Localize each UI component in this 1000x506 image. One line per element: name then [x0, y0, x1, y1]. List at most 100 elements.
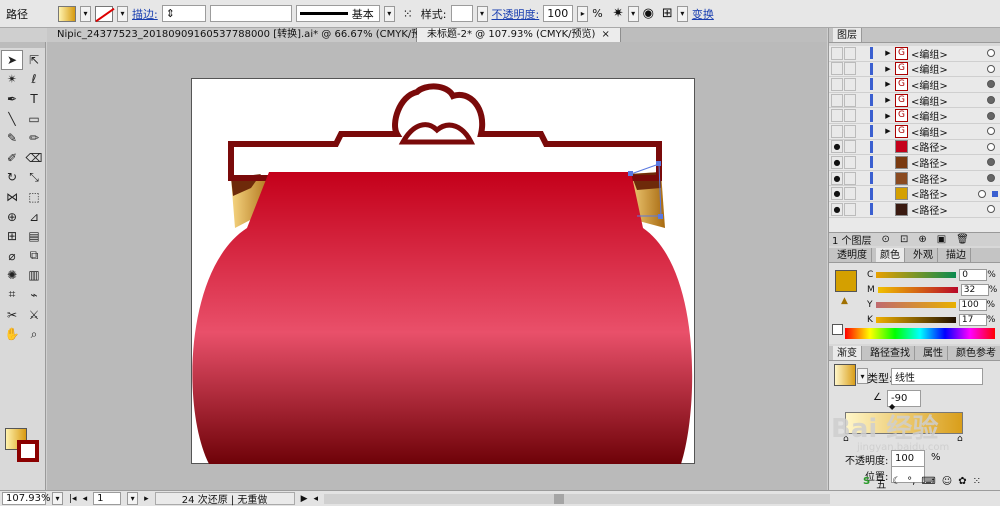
pencil-tool-icon[interactable]: ✏: [23, 128, 45, 148]
hand-tool-icon[interactable]: ✋: [1, 324, 23, 344]
visibility-eye-icon[interactable]: [831, 109, 843, 123]
slice-tool-icon[interactable]: ⌁: [23, 285, 45, 305]
selection-tool-icon[interactable]: ➤: [1, 50, 23, 70]
page-field[interactable]: 1: [93, 492, 122, 505]
scroll-thumb[interactable]: [554, 493, 565, 504]
prev-page-icon[interactable]: ◂: [83, 494, 88, 504]
close-icon[interactable]: ×: [601, 29, 609, 40]
lock-toggle-icon[interactable]: [844, 109, 856, 123]
channel-c-slider[interactable]: [876, 271, 957, 278]
gradient-tool-icon[interactable]: ▤: [23, 226, 45, 246]
visibility-eye-icon[interactable]: [831, 46, 843, 60]
channel-c-value[interactable]: 0: [959, 268, 988, 281]
visibility-eye-icon[interactable]: [831, 62, 843, 76]
layer-name[interactable]: <编组>: [911, 108, 987, 123]
lasso-tool-icon[interactable]: ℓ: [23, 70, 45, 90]
none-color-icon[interactable]: [832, 324, 843, 335]
brush-definition[interactable]: 基本: [295, 5, 380, 22]
clasp-inner[interactable]: [398, 122, 476, 145]
page-dropdown[interactable]: ▾: [127, 492, 139, 505]
blend-tool-icon[interactable]: ⧉: [23, 246, 45, 266]
blob-brush-tool-icon[interactable]: ✐: [1, 148, 23, 168]
zoom-field[interactable]: 107.93%: [2, 492, 51, 505]
layer-row[interactable]: ▶ G <编组>: [829, 124, 1000, 140]
layer-row[interactable]: ▶ G <编组>: [829, 93, 1000, 109]
visibility-eye-icon[interactable]: [831, 77, 843, 91]
brush-dropdown[interactable]: ▾: [383, 5, 395, 22]
shape-builder-tool-icon[interactable]: ⊕: [1, 207, 23, 227]
zoom-tool-icon[interactable]: ⌕: [23, 324, 45, 344]
pen-tool-icon[interactable]: ✒: [1, 89, 23, 109]
anchor-point[interactable]: [658, 214, 663, 219]
channel-k-slider[interactable]: [875, 316, 956, 323]
gradient-preview[interactable]: [834, 364, 856, 386]
layer-row[interactable]: ● <路径>: [829, 171, 1000, 187]
target-circle-icon[interactable]: [987, 96, 995, 105]
rectangle-tool-icon[interactable]: ▭: [23, 109, 45, 129]
align-dropdown[interactable]: ▾: [676, 5, 688, 22]
stroke-dropdown[interactable]: ▾: [117, 5, 128, 22]
layer-row[interactable]: ● <路径>: [829, 155, 1000, 171]
keyboard-icon[interactable]: ⌨: [921, 476, 935, 491]
fill-dropdown[interactable]: ▾: [80, 5, 91, 22]
target-circle-icon[interactable]: [987, 158, 995, 167]
tab-stroke[interactable]: 描边: [942, 248, 971, 262]
gradient-stop-right-icon[interactable]: ⌂: [957, 434, 963, 444]
fill-stroke-control[interactable]: [5, 428, 41, 462]
stroke-link[interactable]: 描边:: [132, 6, 158, 22]
new-sublayer-icon[interactable]: ⊕: [918, 234, 926, 245]
align-icon[interactable]: ⊞: [662, 6, 673, 21]
lock-toggle-icon[interactable]: [844, 62, 856, 76]
expand-triangle-icon[interactable]: ▶: [883, 96, 893, 104]
color-swatch[interactable]: [835, 270, 857, 292]
lock-toggle-icon[interactable]: [844, 46, 856, 60]
stroke-swatch[interactable]: [95, 5, 113, 22]
scale-tool-icon[interactable]: ⤡: [23, 168, 45, 188]
target-circle-icon[interactable]: [987, 111, 995, 120]
layer-name[interactable]: <编组>: [911, 61, 987, 76]
symbol-sprayer-tool-icon[interactable]: ✺: [1, 266, 23, 286]
lock-toggle-icon[interactable]: [844, 77, 856, 91]
target-circle-icon[interactable]: [987, 49, 995, 58]
scroll-left-icon[interactable]: ◂: [314, 494, 319, 504]
selected-art-icon[interactable]: [992, 190, 998, 197]
lock-toggle-icon[interactable]: [844, 140, 856, 154]
isolate-icon[interactable]: ◉: [643, 6, 654, 21]
target-circle-icon[interactable]: [987, 64, 995, 73]
eyedropper-tool-icon[interactable]: ⌀: [1, 246, 23, 266]
magic-wand-tool-icon[interactable]: ✴: [1, 70, 23, 90]
target-circle-icon[interactable]: [987, 205, 995, 214]
stroke-weight-field[interactable]: ⇕: [161, 5, 206, 22]
type-tool-icon[interactable]: T: [23, 89, 45, 109]
channel-m-slider[interactable]: [877, 286, 958, 293]
layer-row[interactable]: ● <路径>: [829, 140, 1000, 156]
layer-name[interactable]: <路径>: [911, 139, 987, 154]
channel-m-value[interactable]: 32: [960, 283, 989, 296]
channel-y-value[interactable]: 100: [958, 298, 987, 311]
lock-toggle-icon[interactable]: [844, 202, 856, 216]
target-circle-icon[interactable]: [987, 174, 995, 183]
eraser-tool-icon[interactable]: ⌫: [23, 148, 45, 168]
opacity-field[interactable]: 100: [543, 5, 574, 22]
new-layer-icon[interactable]: ▣: [937, 234, 946, 245]
user-icon[interactable]: ☺: [942, 476, 952, 491]
tab-gradient[interactable]: 渐变: [833, 346, 862, 360]
first-page-icon[interactable]: |◂: [69, 494, 77, 504]
delete-layer-icon[interactable]: 🗑: [956, 234, 969, 245]
purse-body[interactable]: [192, 172, 693, 464]
anchor-point[interactable]: [656, 161, 661, 166]
clipping-mask-icon[interactable]: ⊡: [900, 234, 908, 245]
lock-toggle-icon[interactable]: [844, 155, 856, 169]
knife-tool-icon[interactable]: ⚔: [23, 305, 45, 325]
layer-row[interactable]: ▶ G <编组>: [829, 62, 1000, 78]
tab-nipic[interactable]: Nipic_24377523_20180909160537788000 [转换]…: [47, 28, 450, 42]
visibility-eye-icon[interactable]: ●: [831, 187, 843, 201]
channel-y-slider[interactable]: [875, 301, 956, 308]
paintbrush-tool-icon[interactable]: ✎: [1, 128, 23, 148]
bristle-icon[interactable]: ⁙: [403, 7, 413, 21]
purse-artwork[interactable]: [191, 78, 695, 464]
fill-swatch[interactable]: [58, 5, 76, 22]
anchor-point[interactable]: [628, 171, 633, 176]
tab-appearance[interactable]: 外观: [909, 248, 938, 262]
target-circle-icon[interactable]: [987, 127, 995, 136]
